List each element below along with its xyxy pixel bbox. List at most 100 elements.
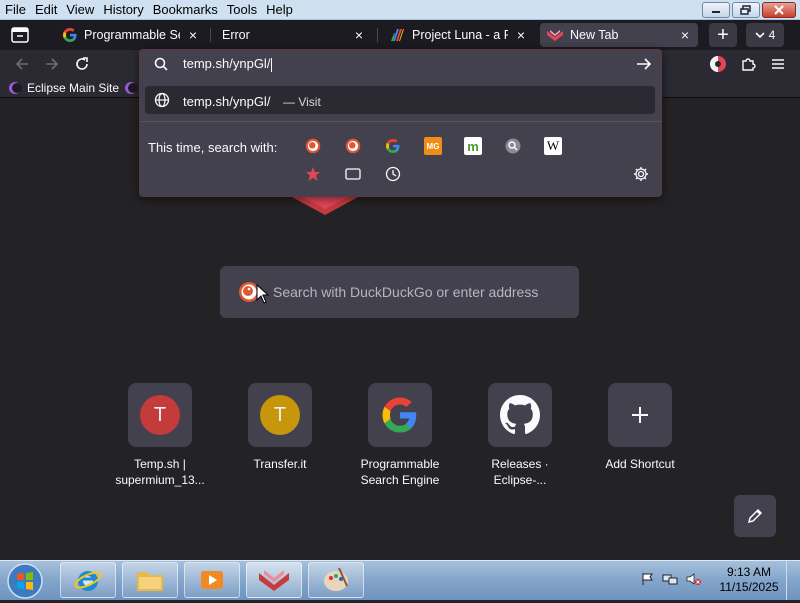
newtab-search-placeholder: Search with DuckDuckGo or enter address (273, 284, 539, 300)
taskbar-media-player[interactable] (184, 562, 240, 598)
shortcut-transfer-it[interactable]: T (248, 383, 312, 447)
engine-mg-button[interactable]: MG (424, 137, 442, 155)
restore-icon (740, 5, 751, 15)
network-icon[interactable] (662, 572, 678, 586)
engine-duckduckgo-lite-button[interactable] (344, 137, 362, 155)
restore-button[interactable] (732, 2, 760, 18)
reload-button[interactable] (70, 52, 94, 76)
tab-new-tab[interactable]: New Tab × (540, 23, 698, 47)
history-icon (385, 166, 401, 182)
tab-error[interactable]: Error × (216, 23, 372, 47)
wikipedia-icon: W (546, 138, 560, 153)
divider (140, 121, 661, 122)
action-center-flag-icon[interactable] (640, 572, 654, 586)
menu-view[interactable]: View (61, 2, 98, 18)
tab-separator (377, 28, 378, 42)
project-luna-icon (391, 29, 404, 41)
result-url: temp.sh/ynpGl/ (183, 94, 271, 109)
google-icon (386, 139, 400, 153)
volume-muted-icon[interactable] (686, 572, 702, 586)
profile-icon (710, 56, 726, 72)
shortcut-letter-icon: T (260, 395, 300, 435)
show-desktop-button[interactable] (786, 561, 800, 600)
tab-programmable-search[interactable]: Programmable Sear × (56, 23, 206, 47)
firefox-view-icon (11, 27, 29, 43)
engine-duckduckgo-button[interactable] (304, 137, 322, 155)
new-tab-button[interactable]: + (709, 23, 737, 47)
shortcut-letter-icon: T (140, 395, 180, 435)
bookmarks-star-icon (306, 167, 320, 181)
mouse-pointer-icon (256, 284, 270, 304)
add-shortcut-button[interactable] (608, 383, 672, 447)
menu-edit[interactable]: Edit (30, 2, 61, 18)
search-history-button[interactable] (384, 165, 402, 183)
search-settings-button[interactable] (632, 165, 650, 183)
clock-time: 9:13 AM (726, 565, 772, 579)
browser-logo-icon (259, 570, 289, 591)
menu-help[interactable]: Help (261, 2, 297, 18)
go-arrow-icon[interactable] (636, 57, 652, 71)
menu-history[interactable]: History (98, 2, 147, 18)
shortcut-programmable-search[interactable] (368, 383, 432, 447)
tab-project-luna[interactable]: Project Luna - a Pati × (384, 23, 534, 47)
bookmark-partial[interactable] (124, 80, 138, 96)
shortcut-releases-eclipse[interactable] (488, 383, 552, 447)
back-button[interactable] (10, 52, 34, 76)
windows-start-icon (7, 563, 43, 599)
engine-m-button[interactable]: m (464, 137, 482, 155)
start-button[interactable] (4, 562, 46, 600)
tab-label: Programmable Sear (84, 28, 180, 42)
profile-button[interactable] (706, 52, 730, 76)
close-icon (774, 5, 784, 15)
taskbar-file-explorer[interactable] (122, 562, 178, 598)
close-tab-icon[interactable]: × (352, 27, 366, 43)
menu-file[interactable]: File (0, 2, 30, 18)
chevron-down-icon (755, 32, 765, 39)
extensions-button[interactable] (736, 52, 760, 76)
customize-button[interactable] (734, 495, 776, 537)
bookmark-label: Eclipse Main Site (27, 81, 120, 95)
google-icon (63, 28, 77, 42)
bookmark-eclipse-main-site[interactable]: Eclipse Main Site (8, 80, 119, 96)
puzzle-icon (742, 58, 756, 71)
hamburger-menu-icon (772, 59, 784, 69)
search-icon (505, 138, 521, 154)
duckduckgo-icon (305, 138, 321, 154)
window-controls (702, 2, 796, 18)
search-icon (154, 57, 168, 71)
shortcut-label: Temp.sh | supermium_13... (115, 457, 205, 487)
close-tab-icon[interactable]: × (186, 27, 200, 43)
close-tab-icon[interactable]: × (678, 27, 692, 43)
search-bookmarks-button[interactable] (304, 165, 322, 183)
result-action: — Visit (283, 95, 321, 109)
tab-label: Error (222, 28, 250, 42)
globe-icon (154, 92, 170, 108)
shortcut-label: Transfer.it (253, 457, 307, 471)
search-tabs-button[interactable] (344, 165, 362, 183)
forward-arrow-icon (46, 58, 59, 70)
app-menu-button[interactable] (766, 52, 790, 76)
minimize-button[interactable] (702, 2, 730, 18)
shortcut-temp-sh[interactable]: T (128, 383, 192, 447)
urlbar-text: temp.sh/ynpGl/ (183, 56, 273, 72)
engine-google-button[interactable] (384, 137, 402, 155)
menu-tools[interactable]: Tools (222, 2, 261, 18)
taskbar-internet-explorer[interactable] (60, 562, 116, 598)
browser-logo-icon (547, 30, 563, 41)
close-window-button[interactable] (762, 2, 796, 18)
menu-bookmarks[interactable]: Bookmarks (148, 2, 222, 18)
forward-button[interactable] (40, 52, 64, 76)
taskbar-browser[interactable] (246, 562, 302, 598)
duckduckgo-icon (345, 138, 361, 154)
taskbar-paint[interactable] (308, 562, 364, 598)
close-tab-icon[interactable]: × (514, 27, 528, 43)
engine-wikipedia-button[interactable]: W (544, 137, 562, 155)
menu-bar: File Edit View History Bookmarks Tools H… (0, 2, 297, 18)
firefox-view-button[interactable] (8, 24, 32, 46)
system-tray (640, 572, 702, 586)
title-bar: File Edit View History Bookmarks Tools H… (0, 0, 800, 20)
engine-search-button[interactable] (504, 137, 522, 155)
list-all-tabs-button[interactable]: 4 (746, 23, 784, 47)
back-arrow-icon (15, 58, 28, 70)
taskbar-clock[interactable]: 9:13 AM 11/15/2025 (716, 565, 782, 595)
